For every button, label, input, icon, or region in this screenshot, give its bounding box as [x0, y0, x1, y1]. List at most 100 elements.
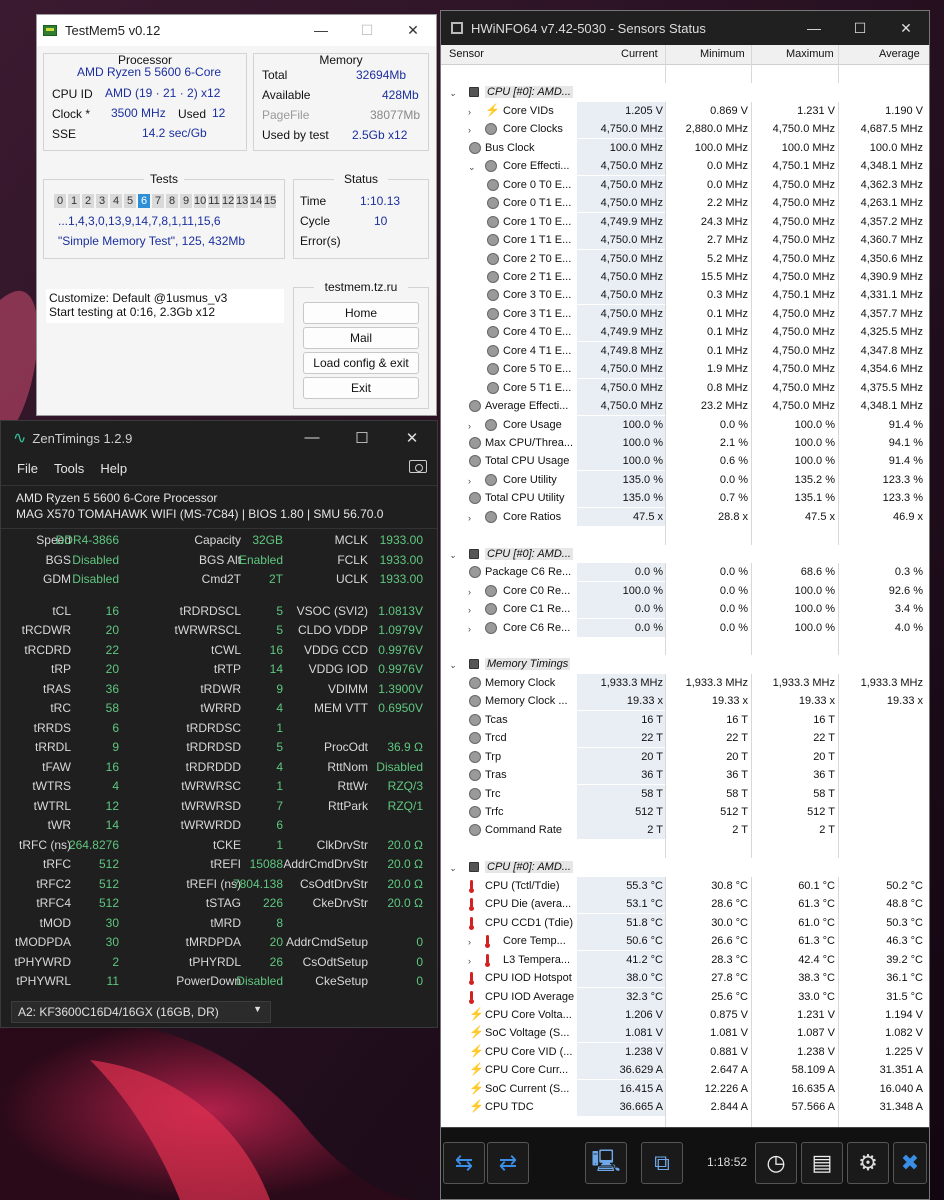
sensor-group-header[interactable]: ⌄ CPU [#0]: AMD...: [441, 544, 929, 564]
sensor-row[interactable]: Core 5 T0 E... 4,750.0 MHz 1.9 MHz 4,750.0 …: [441, 360, 929, 379]
clock-icon[interactable]: ◷: [755, 1142, 797, 1184]
zentimings-titlebar[interactable]: ∿ ZenTimings 1.2.9 — ☐ ✕: [1, 421, 437, 455]
chevron-right-icon[interactable]: ›: [468, 956, 477, 966]
sensor-row[interactable]: Memory Clock ... 19.33 x 19.33 x 19.33 x 19.…: [441, 692, 929, 711]
sensor-row[interactable]: Core 0 T1 E... 4,750.0 MHz 2.2 MHz 4,750.0 …: [441, 194, 929, 213]
maximize-icon[interactable]: ☐: [837, 20, 883, 37]
chevron-down-icon[interactable]: ⌄: [449, 660, 458, 671]
sensor-row[interactable]: › ⚡ Core VIDs 1.205 V 0.869 V 1.231 V 1.190 V: [441, 101, 929, 120]
sensor-row[interactable]: Core 1 T1 E... 4,750.0 MHz 2.7 MHz 4,750.0 …: [441, 231, 929, 250]
chevron-down-icon[interactable]: ⌄: [468, 162, 477, 173]
col-sensor[interactable]: Sensor: [449, 48, 484, 60]
sensor-row[interactable]: ⚡ CPU Core VID (... 1.238 V 0.881 V 1.238 V 1…: [441, 1042, 929, 1061]
sensor-row[interactable]: Total CPU Utility 135.0 % 0.7 % 135.1 % 123.…: [441, 489, 929, 508]
network-icon[interactable]: ⧉: [641, 1142, 683, 1184]
sensor-row[interactable]: ⚡ CPU Core Volta... 1.206 V 0.875 V 1.231 V 1…: [441, 1005, 929, 1024]
sensor-row[interactable]: Trp 20 T 20 T 20 T: [441, 747, 929, 766]
chevron-right-icon[interactable]: ›: [468, 605, 477, 615]
chevron-down-icon[interactable]: ⌄: [449, 863, 458, 874]
sensor-row[interactable]: Trcd 22 T 22 T 22 T: [441, 729, 929, 748]
close-icon[interactable]: ✖: [893, 1142, 927, 1184]
sensor-row[interactable]: CPU (Tctl/Tdie) 55.3 °C 30.8 °C 60.1 °C 50.2…: [441, 876, 929, 895]
camera-icon[interactable]: [409, 460, 427, 473]
chevron-right-icon[interactable]: ›: [468, 624, 477, 634]
sensor-row[interactable]: Core 0 T0 E... 4,750.0 MHz 0.0 MHz 4,750.0 …: [441, 175, 929, 194]
expand-arrows-icon[interactable]: ⇆: [443, 1142, 485, 1184]
col-average[interactable]: Average: [879, 48, 920, 60]
sensor-row[interactable]: › Core Utility 135.0 % 0.0 % 135.2 % 123.3 %: [441, 470, 929, 489]
sensor-row[interactable]: CPU CCD1 (Tdie) 51.8 °C 30.0 °C 61.0 °C 50.3…: [441, 913, 929, 932]
close-icon[interactable]: ✕: [390, 22, 436, 39]
sensor-row[interactable]: Core 3 T1 E... 4,750.0 MHz 0.1 MHz 4,750.0 …: [441, 304, 929, 323]
chevron-right-icon[interactable]: ›: [468, 476, 477, 486]
collapse-arrows-icon[interactable]: ⇄: [487, 1142, 529, 1184]
sensor-row[interactable]: Bus Clock 100.0 MHz 100.0 MHz 100.0 MHz 100.…: [441, 138, 929, 157]
sensor-row[interactable]: Core 1 T0 E... 4,749.9 MHz 24.3 MHz 4,750.0…: [441, 212, 929, 231]
computer-icon[interactable]: 🖳: [585, 1142, 627, 1184]
col-current[interactable]: Current: [621, 48, 658, 60]
sensor-group-header[interactable]: ⌄ CPU [#0]: AMD...: [441, 858, 929, 877]
chevron-right-icon[interactable]: ›: [468, 513, 477, 523]
sensor-row[interactable]: ⚡ SoC Voltage (S... 1.081 V 1.081 V 1.087 V 1…: [441, 1024, 929, 1043]
home-button[interactable]: Home: [303, 302, 419, 324]
minimize-icon[interactable]: —: [298, 22, 344, 39]
minimize-icon[interactable]: —: [791, 20, 837, 37]
sensor-row[interactable]: Trfc 512 T 512 T 512 T: [441, 803, 929, 821]
maximize-icon[interactable]: ☐: [337, 429, 387, 447]
report-icon[interactable]: ▤: [801, 1142, 843, 1184]
chevron-down-icon[interactable]: ⌄: [449, 88, 458, 99]
mail-button[interactable]: Mail: [303, 327, 419, 349]
sensor-row[interactable]: Core 4 T0 E... 4,749.9 MHz 0.1 MHz 4,750.0 …: [441, 323, 929, 342]
sensor-row[interactable]: › Core Usage 100.0 % 0.0 % 100.0 % 91.4 %: [441, 415, 929, 434]
menu-file[interactable]: File: [17, 461, 38, 476]
sensor-row[interactable]: Memory Clock 1,933.3 MHz 1,933.3 MHz 1,933.…: [441, 673, 929, 692]
load-config-exit-button[interactable]: Load config & exit: [303, 352, 419, 374]
sensor-row[interactable]: Core 2 T1 E... 4,750.0 MHz 15.5 MHz 4,750.0…: [441, 267, 929, 286]
sensor-row[interactable]: › Core C6 Re... 0.0 % 0.0 % 100.0 % 4.0 %: [441, 618, 929, 637]
menu-tools[interactable]: Tools: [54, 461, 84, 476]
sensor-row[interactable]: CPU IOD Average 32.3 °C 25.6 °C 33.0 °C 31.5…: [441, 987, 929, 1006]
sensor-row[interactable]: Package C6 Re... 0.0 % 0.0 % 68.6 % 0.3 %: [441, 563, 929, 582]
chevron-right-icon[interactable]: ›: [468, 107, 477, 117]
sensor-row[interactable]: › L3 Tempera... 41.2 °C 28.3 °C 42.4 °C 39.2 …: [441, 950, 929, 969]
sensor-row[interactable]: CPU IOD Hotspot 38.0 °C 27.8 °C 38.3 °C 36.1…: [441, 969, 929, 988]
col-maximum[interactable]: Maximum: [786, 48, 834, 60]
sensor-group-header[interactable]: ⌄ CPU [#0]: AMD...: [441, 83, 929, 102]
dimm-select[interactable]: A2: KF3600C16D4/16GX (16GB, DR) ▼: [11, 1001, 271, 1023]
sensor-row[interactable]: ⚡ CPU Core Curr... 36.629 A 2.647 A 58.109 A…: [441, 1061, 929, 1080]
sensor-row[interactable]: ⚡ CPU TDC 36.665 A 2.844 A 57.566 A 31.348 A: [441, 1098, 929, 1117]
chevron-right-icon[interactable]: ›: [468, 587, 477, 597]
close-icon[interactable]: ✕: [883, 20, 929, 37]
sensor-row[interactable]: Core 2 T0 E... 4,750.0 MHz 5.2 MHz 4,750.0 …: [441, 249, 929, 268]
menu-help[interactable]: Help: [100, 461, 127, 476]
chevron-right-icon[interactable]: ›: [468, 421, 477, 431]
chevron-right-icon[interactable]: ›: [468, 937, 477, 947]
chevron-down-icon[interactable]: ⌄: [449, 550, 458, 561]
sensor-row[interactable]: ⚡ SoC Current (S... 16.415 A 12.226 A 16.635…: [441, 1079, 929, 1098]
sensor-row[interactable]: Tras 36 T 36 T 36 T: [441, 766, 929, 785]
sensor-row[interactable]: Core 5 T1 E... 4,750.0 MHz 0.8 MHz 4,750.0 …: [441, 378, 929, 397]
minimize-icon[interactable]: —: [287, 429, 337, 447]
chevron-right-icon[interactable]: ›: [468, 125, 477, 135]
sensor-row[interactable]: Average Effecti... 4,750.0 MHz 23.2 MHz 4,7…: [441, 397, 929, 416]
sensor-row[interactable]: Total CPU Usage 100.0 % 0.6 % 100.0 % 91.4 %: [441, 452, 929, 471]
close-icon[interactable]: ✕: [387, 429, 437, 447]
sensor-row[interactable]: › Core Ratios 47.5 x 28.8 x 47.5 x 46.9 x: [441, 507, 929, 526]
sensor-row[interactable]: Core 4 T1 E... 4,749.8 MHz 0.1 MHz 4,750.0 …: [441, 341, 929, 360]
sensor-row[interactable]: Core 3 T0 E... 4,750.0 MHz 0.3 MHz 4,750.1 …: [441, 286, 929, 305]
sensor-row[interactable]: ⌄ Core Effecti... 4,750.0 MHz 0.0 MHz 4,750.…: [441, 157, 929, 176]
sensor-row[interactable]: Max CPU/Threa... 100.0 % 2.1 % 100.0 % 94.1 …: [441, 434, 929, 452]
hwinfo-titlebar[interactable]: HWiNFO64 v7.42-5030 - Sensors Status — ☐…: [441, 11, 929, 45]
sensor-row[interactable]: Trc 58 T 58 T 58 T: [441, 784, 929, 803]
sensor-row[interactable]: Tcas 16 T 16 T 16 T: [441, 710, 929, 729]
sensor-row[interactable]: CPU Die (avera... 53.1 °C 28.6 °C 61.3 °C 48…: [441, 895, 929, 914]
sensor-row[interactable]: › Core Clocks 4,750.0 MHz 2,880.0 MHz 4,750.…: [441, 120, 929, 139]
sensor-group-header[interactable]: ⌄ Memory Timings: [441, 655, 929, 674]
exit-button[interactable]: Exit: [303, 377, 419, 399]
sensor-row[interactable]: Command Rate 2 T 2 T 2 T: [441, 821, 929, 840]
sensor-row[interactable]: › Core C0 Re... 100.0 % 0.0 % 100.0 % 92.6 %: [441, 581, 929, 600]
col-minimum[interactable]: Minimum: [700, 48, 745, 60]
settings-icon[interactable]: ⚙: [847, 1142, 889, 1184]
testmem5-titlebar[interactable]: TestMem5 v0.12 — ☐ ✕: [37, 15, 436, 46]
sensor-row[interactable]: › Core C1 Re... 0.0 % 0.0 % 100.0 % 3.4 %: [441, 600, 929, 619]
